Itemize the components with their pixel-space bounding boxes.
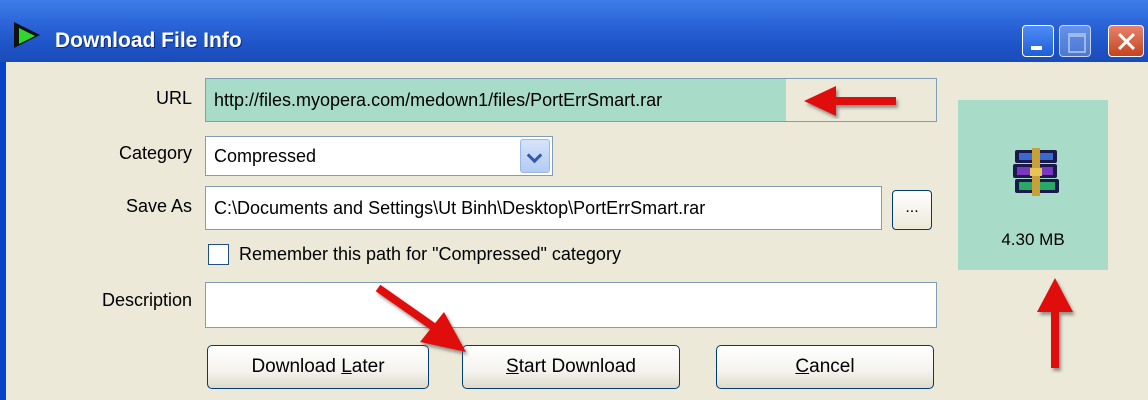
cancel-mnemonic: C <box>795 356 810 377</box>
app-play-icon-inner <box>19 28 35 44</box>
red-arrow-icon <box>1037 278 1073 368</box>
description-field[interactable] <box>205 282 937 328</box>
cancel-rest: ancel <box>809 356 855 377</box>
file-size: 4.30 MB <box>1001 230 1065 249</box>
window-title: Download File Info <box>55 29 242 52</box>
window-border <box>0 62 6 400</box>
minimize-button[interactable] <box>1022 25 1054 57</box>
cancel-button[interactable]: Cancel <box>716 345 934 389</box>
category-label: Category <box>118 143 192 163</box>
download-later-text: Download <box>251 356 342 377</box>
red-arrow-icon <box>375 284 466 352</box>
saveas-value: C:\Documents and Settings\Ut Binh\Deskto… <box>214 198 706 218</box>
remember-path-checkbox[interactable] <box>208 244 229 265</box>
download-later-mnemonic: L <box>341 356 352 377</box>
category-select[interactable]: Compressed <box>205 136 553 176</box>
title-bar[interactable]: Download File Info <box>0 0 1148 62</box>
start-download-mnemonic: S <box>506 356 519 377</box>
description-label: Description <box>101 290 192 310</box>
chevron-down-icon[interactable] <box>520 139 550 173</box>
url-value: http://files.myopera.com/medown1/files/P… <box>214 90 663 110</box>
winrar-archive-icon <box>1013 148 1059 196</box>
file-info-panel: 4.30 MB <box>958 100 1108 270</box>
download-file-info-window: Download File Info URL http://files.myop… <box>0 0 1148 400</box>
browse-button[interactable]: ... <box>892 190 932 230</box>
start-download-rest: tart Download <box>518 356 636 377</box>
category-value: Compressed <box>214 146 317 166</box>
maximize-button <box>1059 25 1091 57</box>
url-label: URL <box>155 88 192 108</box>
start-download-button[interactable]: Start Download <box>462 345 680 389</box>
remember-path-label[interactable]: Remember this path for "Compressed" cate… <box>239 244 621 265</box>
close-button[interactable] <box>1108 25 1144 57</box>
red-arrow-icon <box>804 86 896 116</box>
saveas-label: Save As <box>125 196 192 216</box>
saveas-field[interactable]: C:\Documents and Settings\Ut Binh\Deskto… <box>205 186 882 230</box>
